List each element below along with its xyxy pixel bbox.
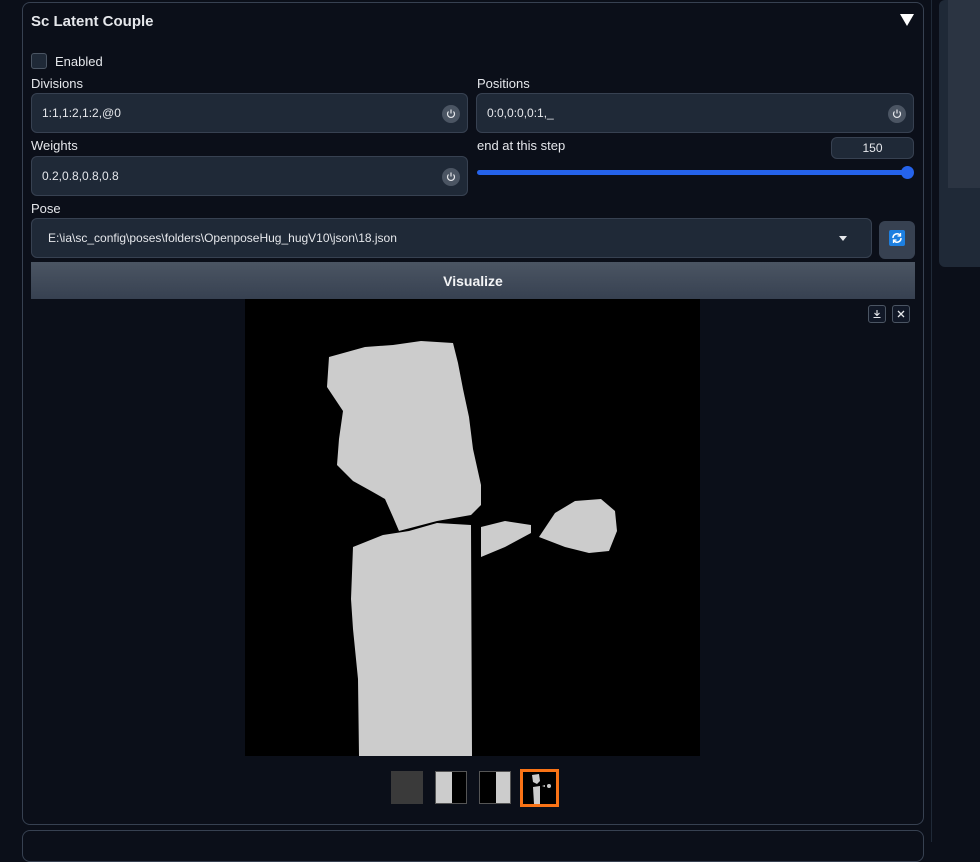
pose-label: Pose — [31, 201, 61, 216]
divisions-value: 1:1,1:2,1:2,@0 — [42, 106, 121, 120]
panel-title: Sc Latent Couple — [31, 13, 154, 30]
refresh-button[interactable] — [879, 221, 915, 259]
weights-label: Weights — [31, 138, 78, 153]
divisions-label: Divisions — [31, 76, 84, 91]
column-divider — [931, 0, 932, 842]
next-panel — [22, 830, 924, 862]
positions-input[interactable]: 0:0,0:0,0:1,_ — [476, 93, 914, 133]
divisions-input[interactable]: 1:1,1:2,1:2,@0 — [31, 93, 468, 133]
triangle-down-icon[interactable] — [900, 14, 914, 26]
gallery-thumbnail[interactable] — [391, 771, 423, 804]
right-panel-inner — [948, 0, 980, 188]
close-icon[interactable] — [892, 305, 910, 323]
pose-mask-image — [245, 299, 700, 756]
end-step-label: end at this step — [477, 138, 566, 153]
power-icon[interactable] — [442, 105, 460, 123]
chevron-down-icon[interactable] — [839, 236, 847, 241]
gallery-thumbnail[interactable] — [479, 771, 511, 804]
enabled-checkbox[interactable]: Enabled — [31, 53, 103, 69]
visualize-button[interactable]: Visualize — [31, 262, 915, 299]
checkbox-box[interactable] — [31, 53, 47, 69]
end-step-number-input[interactable]: 150 — [831, 137, 914, 159]
slider-thumb[interactable] — [901, 166, 914, 179]
weights-input[interactable]: 0.2,0.8,0.8,0.8 — [31, 156, 468, 196]
enabled-label: Enabled — [55, 53, 103, 69]
positions-label: Positions — [477, 76, 530, 91]
pose-mask-svg — [327, 341, 617, 756]
pose-value: E:\ia\sc_config\poses\folders\OpenposeHu… — [48, 231, 397, 245]
gallery-thumbnail[interactable] — [435, 771, 467, 804]
power-icon[interactable] — [442, 168, 460, 186]
positions-value: 0:0,0:0,0:1,_ — [487, 106, 554, 120]
power-icon[interactable] — [888, 105, 906, 123]
refresh-icon — [889, 229, 905, 251]
weights-value: 0.2,0.8,0.8,0.8 — [42, 169, 119, 183]
download-icon[interactable] — [868, 305, 886, 323]
end-step-slider[interactable] — [477, 170, 907, 175]
pose-dropdown[interactable]: E:\ia\sc_config\poses\folders\OpenposeHu… — [31, 218, 872, 258]
gallery-thumbnail-selected[interactable] — [520, 769, 559, 807]
